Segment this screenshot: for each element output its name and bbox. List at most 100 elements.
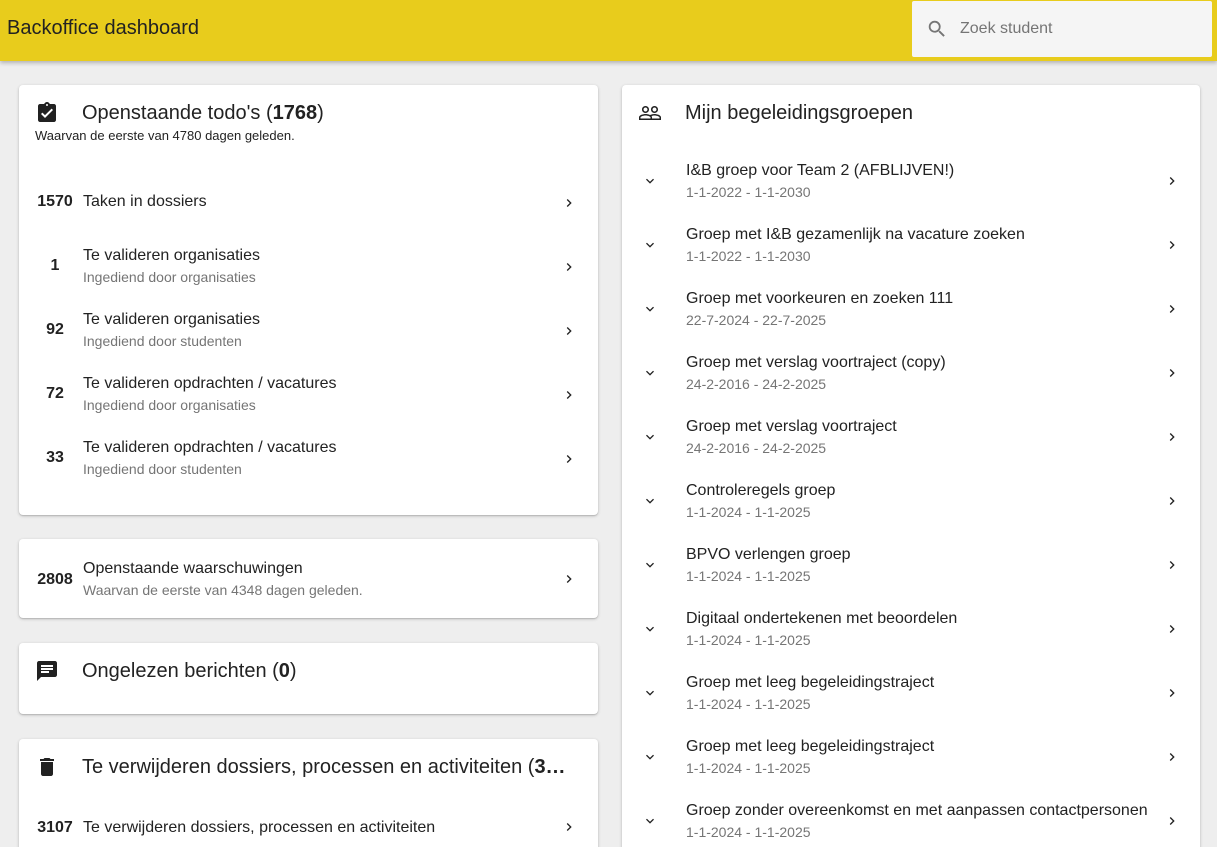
chevron-right-icon <box>566 575 572 583</box>
todos-subtitle: Waarvan de eerste van 4780 dagen geleden… <box>35 128 295 143</box>
top-app-bar: Backoffice dashboard <box>0 0 1217 61</box>
group-row[interactable]: Digitaal ondertekenen met beoordelen 1-1… <box>622 597 1200 661</box>
group-period: 1-1-2022 - 1-1-2030 <box>686 184 811 200</box>
todo-count: 1 <box>50 257 60 274</box>
chevron-down-icon[interactable] <box>642 173 658 189</box>
group-row[interactable]: BPVO verlengen groep 1-1-2024 - 1-1-2025 <box>622 533 1200 597</box>
group-row[interactable]: Groep met voorkeuren en zoeken 111 22-7-… <box>622 277 1200 341</box>
group-row[interactable]: Groep zonder overeenkomst en met aanpass… <box>622 789 1200 847</box>
group-row[interactable]: Groep met leeg begeleidingstraject 1-1-2… <box>622 725 1200 789</box>
group-row[interactable]: I&B groep voor Team 2 (AFBLIJVEN!) 1-1-2… <box>622 149 1200 213</box>
group-row[interactable]: Groep met verslag voortraject 24-2-2016 … <box>622 405 1200 469</box>
chevron-right-icon <box>566 823 572 831</box>
trash-icon <box>40 758 54 776</box>
todos-card: Openstaande todo's (1768) Waarvan de eer… <box>19 85 598 515</box>
chevron-down-icon[interactable] <box>642 493 658 509</box>
warnings-card: 2808 Openstaande waarschuwingen Waarvan … <box>19 539 598 618</box>
group-name: Groep zonder overeenkomst en met aanpass… <box>686 802 1148 819</box>
todo-count: 33 <box>46 449 64 466</box>
group-name: Groep met verslag voortraject (copy) <box>686 354 946 371</box>
chevron-down-icon[interactable] <box>642 429 658 445</box>
group-period: 1-1-2022 - 1-1-2030 <box>686 248 811 264</box>
group-period: 1-1-2024 - 1-1-2025 <box>686 504 811 520</box>
group-row[interactable]: Groep met verslag voortraject (copy) 24-… <box>622 341 1200 405</box>
todo-count: 92 <box>46 321 64 338</box>
search-box[interactable] <box>912 1 1212 57</box>
todo-row-validate-vacancies-by-orgs[interactable]: 72 Te valideren opdrachten / vacatures I… <box>19 363 598 427</box>
group-period: 1-1-2024 - 1-1-2025 <box>686 824 811 840</box>
people-icon <box>639 106 661 120</box>
chevron-down-icon[interactable] <box>642 557 658 573</box>
todo-sublabel: Ingediend door studenten <box>83 461 242 477</box>
todo-sublabel: Ingediend door organisaties <box>83 269 256 285</box>
group-name: BPVO verlengen groep <box>686 546 851 563</box>
todo-sublabel: Ingediend door organisaties <box>83 397 256 413</box>
group-name: Controleregels groep <box>686 482 836 499</box>
group-name: Groep met leeg begeleidingstraject <box>686 674 935 691</box>
chevron-down-icon[interactable] <box>642 813 658 829</box>
warnings-label: Openstaande waarschuwingen <box>83 560 303 577</box>
group-name: Digitaal ondertekenen met beoordelen <box>686 610 958 627</box>
group-period: 1-1-2024 - 1-1-2025 <box>686 568 811 584</box>
chevron-right-icon <box>1169 177 1175 185</box>
group-period: 22-7-2024 - 22-7-2025 <box>686 312 827 328</box>
search-input[interactable] <box>960 1 1200 57</box>
group-name: Groep met verslag voortraject <box>686 418 897 435</box>
chevron-right-icon <box>566 391 572 399</box>
chevron-down-icon[interactable] <box>642 749 658 765</box>
chevron-right-icon <box>1169 689 1175 697</box>
chevron-right-icon <box>1169 625 1175 633</box>
app-title: Backoffice dashboard <box>7 17 199 39</box>
warnings-row[interactable]: 2808 Openstaande waarschuwingen Waarvan … <box>19 547 598 611</box>
warnings-count: 2808 <box>37 571 73 588</box>
chevron-right-icon <box>1169 241 1175 249</box>
group-name: Groep met I&B gezamenlijk na vacature zo… <box>686 226 1025 243</box>
chevron-right-icon <box>1169 497 1175 505</box>
chevron-down-icon[interactable] <box>642 237 658 253</box>
chevron-right-icon <box>1169 817 1175 825</box>
messages-title: Ongelezen berichten (0) <box>82 660 297 682</box>
groups-card: Mijn begeleidingsgroepen I&B groep voor … <box>622 85 1200 847</box>
todos-title: Openstaande todo's (1768) <box>82 102 324 124</box>
chevron-right-icon <box>1169 305 1175 313</box>
delete-row-count: 3107 <box>37 819 73 836</box>
todo-label: Te valideren organisaties <box>83 311 260 328</box>
delete-row[interactable]: 3107 Te verwijderen dossiers, processen … <box>19 795 598 847</box>
todo-label: Te valideren opdrachten / vacatures <box>83 439 337 456</box>
assignment-turned-in-icon <box>38 102 56 122</box>
groups-title: Mijn begeleidingsgroepen <box>685 102 913 124</box>
group-period: 1-1-2024 - 1-1-2025 <box>686 696 811 712</box>
chevron-right-icon <box>1169 433 1175 441</box>
todo-row-validate-orgs-by-students[interactable]: 92 Te valideren organisaties Ingediend d… <box>19 299 598 363</box>
delete-row-label: Te verwijderen dossiers, processen en ac… <box>83 819 436 836</box>
chat-icon <box>37 661 57 681</box>
group-period: 24-2-2016 - 24-2-2025 <box>686 440 827 456</box>
search-icon <box>928 20 945 37</box>
todo-label: Taken in dossiers <box>83 193 207 210</box>
messages-card: Ongelezen berichten (0) <box>19 643 598 714</box>
group-period: 24-2-2016 - 24-2-2025 <box>686 376 827 392</box>
group-name: Groep met voorkeuren en zoeken 111 <box>686 290 954 307</box>
todo-row-validate-orgs-by-orgs[interactable]: 1 Te valideren organisaties Ingediend do… <box>19 235 598 299</box>
chevron-right-icon <box>566 199 572 207</box>
chevron-down-icon[interactable] <box>642 685 658 701</box>
group-row[interactable]: Controleregels groep 1-1-2024 - 1-1-2025 <box>622 469 1200 533</box>
group-name: I&B groep voor Team 2 (AFBLIJVEN!) <box>686 162 955 179</box>
group-period: 1-1-2024 - 1-1-2025 <box>686 632 811 648</box>
warnings-sublabel: Waarvan de eerste van 4348 dagen geleden… <box>83 582 363 598</box>
chevron-down-icon[interactable] <box>642 621 658 637</box>
todo-row-tasks[interactable]: 1570 Taken in dossiers <box>19 171 598 235</box>
chevron-down-icon[interactable] <box>642 365 658 381</box>
group-row[interactable]: Groep met leeg begeleidingstraject 1-1-2… <box>622 661 1200 725</box>
chevron-down-icon[interactable] <box>642 301 658 317</box>
group-row[interactable]: Groep met I&B gezamenlijk na vacature zo… <box>622 213 1200 277</box>
chevron-right-icon <box>566 263 572 271</box>
messages-count: 0 <box>278 660 290 682</box>
todo-count: 1570 <box>37 193 73 210</box>
todo-count: 72 <box>46 385 64 402</box>
todos-count: 1768 <box>272 102 318 124</box>
chevron-right-icon <box>1169 369 1175 377</box>
todo-row-validate-vacancies-by-students[interactable]: 33 Te valideren opdrachten / vacatures I… <box>19 427 598 491</box>
delete-title: Te verwijderen dossiers, processen en ac… <box>82 756 566 778</box>
todo-sublabel: Ingediend door studenten <box>83 333 242 349</box>
